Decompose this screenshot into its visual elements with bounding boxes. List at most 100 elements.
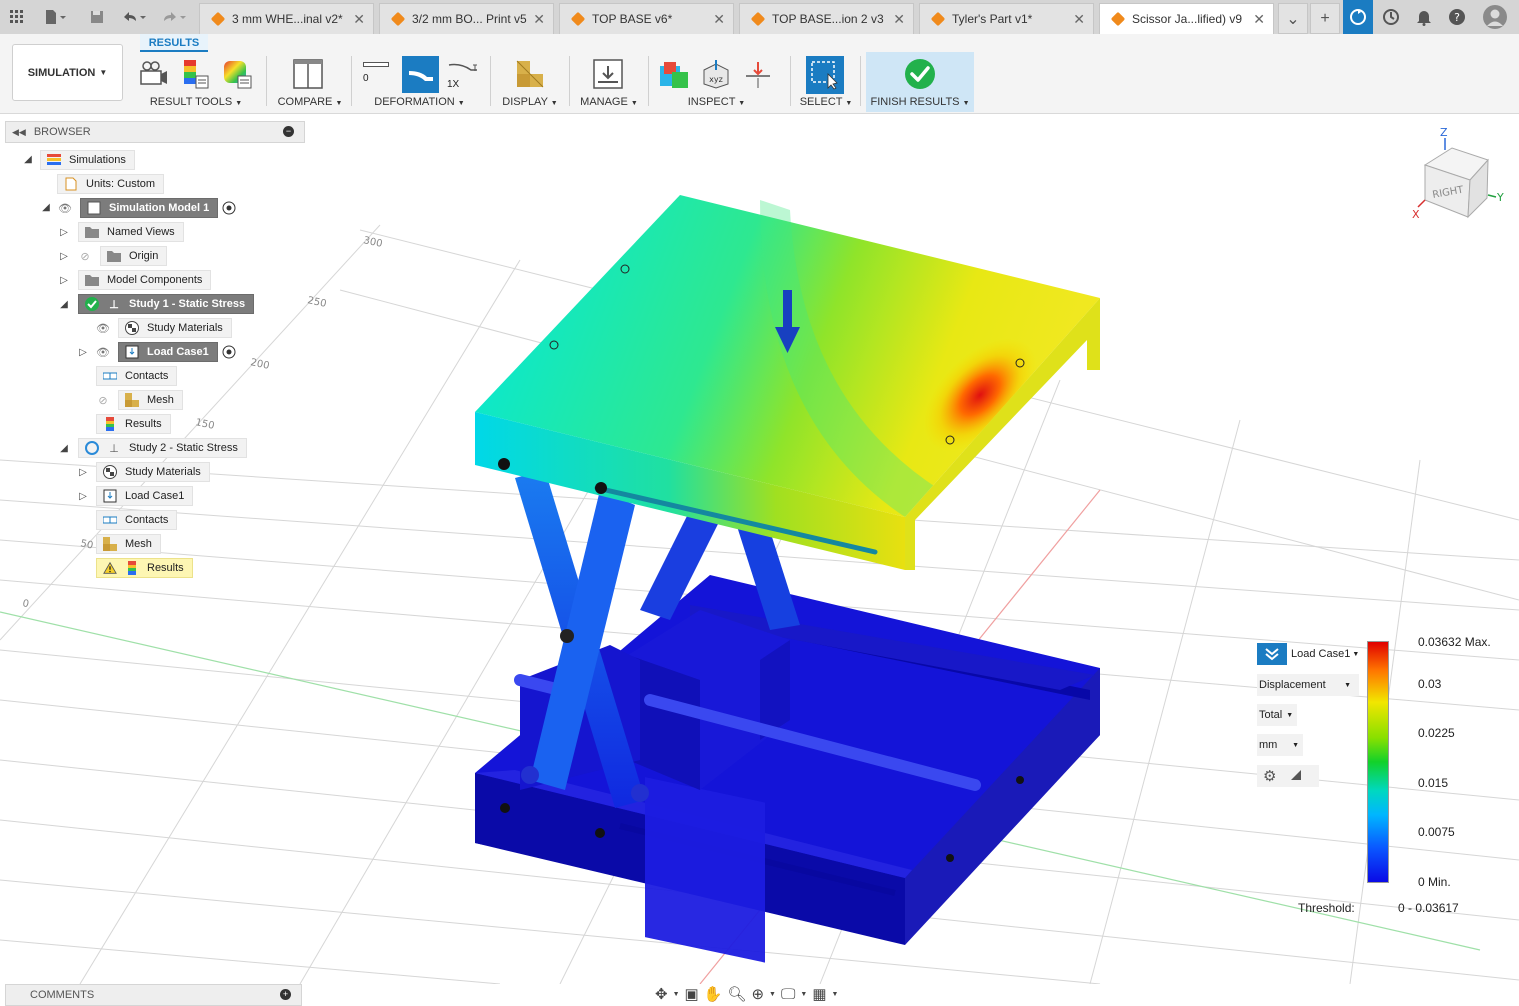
sync-icon[interactable] [1343,0,1373,34]
animate-camera-icon[interactable] [138,58,170,90]
close-icon[interactable]: ✕ [893,11,905,28]
result-type-dropdown[interactable]: Displacement ▼ [1257,674,1359,696]
tree-model-components[interactable]: Model Components [78,270,212,290]
tree-node[interactable]: Mesh [96,534,161,554]
comments-panel-header[interactable]: COMMENTS + [5,984,302,1006]
settings-panel-icon[interactable] [592,58,624,90]
surface-probe-icon[interactable] [742,58,774,90]
doc-tab-1[interactable]: 3/2 mm BO... Print v5 ✕ [379,3,554,34]
expand-triangle-icon[interactable]: ▷ [58,274,70,286]
eye-hidden-icon[interactable]: ⊘ [78,249,92,263]
tree-simulations[interactable]: Simulations [40,150,135,170]
tree-study2-materials[interactable]: Study Materials [96,462,210,482]
tree-study2-results[interactable]: Results [96,558,193,578]
orbit-icon[interactable]: ✥ [655,985,668,1003]
collapse-triangle-icon[interactable]: ◢ [58,442,70,454]
doc-tab-4[interactable]: Tyler's Part v1* ✕ [919,3,1094,34]
select-button[interactable] [806,56,844,94]
expand-triangle-icon[interactable]: ▷ [77,346,89,358]
tree-node[interactable]: Simulation Model 1 [80,198,219,218]
dropdown-caret-icon[interactable]: ▼ [769,991,776,998]
manage-menu[interactable]: MANAGE ▼ [576,96,642,108]
compare-menu[interactable]: COMPARE ▼ [275,96,345,108]
doc-tab-3[interactable]: TOP BASE...ion 2 v3 ✕ [739,3,914,34]
tree-named-views[interactable]: Named Views [78,222,184,242]
dropdown-caret-icon[interactable]: ▼ [673,991,680,998]
user-avatar[interactable] [1482,4,1508,30]
eye-hidden-icon[interactable]: ⊘ [96,393,110,407]
close-icon[interactable]: ✕ [1253,11,1265,28]
component-dropdown[interactable]: Total ▼ [1257,704,1297,726]
expand-triangle-icon[interactable]: ▷ [58,250,70,262]
close-icon[interactable]: ✕ [1073,11,1085,28]
doc-tab-5-active[interactable]: Scissor Ja...lified) v9 ✕ [1099,3,1274,34]
tree-node[interactable]: Model Components [78,270,212,290]
select-menu[interactable]: SELECT ▼ [796,96,856,108]
new-tab-plus-icon[interactable]: + [1310,3,1340,34]
look-at-icon[interactable]: ▣ [685,985,699,1003]
undeformed-scale-button[interactable]: 0 [363,62,391,92]
result-surface-plot-icon[interactable] [222,58,254,90]
tree-node[interactable]: Contacts [96,366,178,386]
collapse-panel-icon[interactable]: ◀◀ [12,127,26,138]
close-icon[interactable]: ✕ [353,11,365,28]
panel-minimize-icon[interactable]: − [283,126,294,137]
tree-study2-contacts[interactable]: Contacts [96,510,178,530]
job-status-icon[interactable] [1378,4,1404,30]
display-menu[interactable]: DISPLAY ▼ [497,96,563,108]
unit-dropdown[interactable]: mm ▼ [1257,734,1303,756]
collapse-triangle-icon[interactable]: ◢ [22,153,34,165]
tree-study2-loadcase[interactable]: Load Case1 [96,486,194,506]
result-legend-icon[interactable] [180,58,212,90]
collapse-triangle-icon[interactable]: ◢ [40,201,52,213]
tree-sim-model[interactable]: 👁 Simulation Model 1 [58,198,244,218]
xyz-probe-icon[interactable]: xyz [700,58,732,90]
tree-study1-materials[interactable]: 👁 Study Materials [96,318,232,338]
add-comment-plus-icon[interactable]: + [280,989,291,1000]
undo-icon[interactable] [118,6,150,28]
app-grid-icon[interactable] [6,6,28,28]
dropdown-caret-icon[interactable]: ▼ [800,991,807,998]
inspect-menu[interactable]: INSPECT ▼ [654,96,779,108]
dropdown-caret-icon[interactable]: ▼ [832,991,839,998]
close-icon[interactable]: ✕ [713,11,725,28]
actual-deformation-button[interactable]: 1X [447,62,481,92]
tree-node[interactable]: Study Materials [96,462,210,482]
expand-triangle-icon[interactable]: ▷ [58,226,70,238]
tree-origin[interactable]: ⊘ Origin [78,246,168,266]
tree-node[interactable]: ⊥ Study 1 - Static Stress [78,294,255,314]
expand-triangle-icon[interactable]: ▷ [77,466,89,478]
tree-node[interactable]: Results [96,558,193,578]
collapse-triangle-icon[interactable]: ◢ [58,298,70,310]
tab-overflow-chevron-icon[interactable]: ⌄ [1278,3,1308,34]
deformation-menu[interactable]: DEFORMATION ▼ [357,96,482,108]
fit-zoom-icon[interactable]: ⊕ [751,985,764,1003]
tree-study1-contacts[interactable]: Contacts [96,366,178,386]
tree-study1-mesh[interactable]: ⊘ Mesh [96,390,183,410]
tree-node[interactable]: Named Views [78,222,184,242]
load-case-selector[interactable]: Load Case1 ▼ [1257,643,1359,665]
legend-scale-triangle-icon[interactable] [1290,769,1302,784]
browser-panel-header[interactable]: ◀◀ BROWSER − [5,121,305,143]
pan-hand-icon[interactable]: ✋ [704,985,723,1003]
tree-node[interactable]: Results [96,414,171,434]
tree-units[interactable]: Units: Custom [57,174,165,194]
file-menu-icon[interactable] [40,6,70,28]
tree-study2[interactable]: ⊥ Study 2 - Static Stress [78,438,247,458]
doc-tab-0[interactable]: 3 mm WHE...inal v2* ✕ [199,3,374,34]
tree-node[interactable]: Origin [100,246,168,266]
display-settings-icon[interactable]: 🖵 [781,986,795,1003]
close-icon[interactable]: ✕ [533,11,545,28]
adjusted-deformation-button[interactable] [402,56,439,93]
top-plate[interactable] [475,195,1100,570]
tree-study1-results[interactable]: Results [96,414,171,434]
activate-radio-icon[interactable] [222,345,236,359]
tree-node[interactable]: Units: Custom [57,174,165,194]
model-canvas[interactable]: 300 250 200 150 50 0 RIGHT Z Y X [0,115,1519,985]
grid-settings-icon[interactable]: ▦ [812,985,826,1003]
activate-radio-icon[interactable] [222,201,236,215]
probe-icon[interactable] [658,58,690,90]
finish-results-menu[interactable]: FINISH RESULTS ▼ [866,96,974,108]
tree-node[interactable]: Load Case1 [118,342,218,362]
result-tools-menu[interactable]: RESULT TOOLS ▼ [134,96,258,108]
